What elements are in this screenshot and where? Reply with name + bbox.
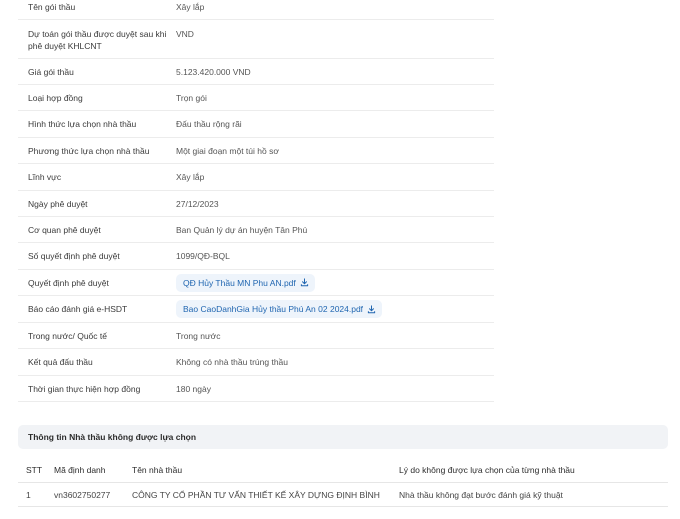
info-value: Bao CaoDanhGia Hủy thầu Phú An 02 2024.p… — [176, 300, 494, 318]
info-label: Cơ quan phê duyệt — [28, 224, 101, 235]
column-header-stt: STT — [26, 465, 43, 475]
column-header-reason: Lý do không được lựa chọn của từng nhà t… — [399, 465, 575, 475]
info-label: Giá gói thầu — [28, 66, 74, 77]
info-row-price: Giá gói thầu 5.123.420.000 VND — [18, 59, 494, 85]
info-value: Trọn gói — [176, 92, 207, 103]
info-value: 27/12/2023 — [176, 198, 219, 209]
info-label: Hình thức lựa chọn nhà thầu — [28, 119, 137, 129]
unselected-contractors-table: STT Mã định danh Tên nhà thầu Lý do khôn… — [18, 458, 668, 507]
info-label: Ngày phê duyệt — [28, 198, 88, 209]
info-row-package-name: Tên gói thầu Xây lắp — [18, 0, 494, 20]
download-icon — [300, 278, 308, 287]
info-row-contract-duration: Thời gian thực hiện hợp đồng 180 ngày — [18, 376, 494, 402]
info-label: Phương thức lựa chọn nhà thầu — [28, 145, 150, 156]
info-label: Loại hợp đồng — [28, 92, 83, 103]
info-row-decision-file: Quyết định phê duyệt QĐ Hủy Thầu MN Phu … — [18, 270, 494, 296]
info-value: Xây lắp — [176, 2, 205, 12]
info-row-estimate: Dự toán gói thầu được duyệt sau khi phê … — [18, 20, 494, 59]
info-value: 1099/QĐ-BQL — [176, 251, 230, 261]
info-label: Lĩnh vực — [28, 172, 62, 182]
info-label: Số quyết định phê duyệt — [28, 251, 120, 261]
info-row-field: Lĩnh vực Xây lắp — [18, 164, 494, 191]
info-value: Ban Quản lý dự án huyện Tân Phú — [176, 224, 308, 235]
decision-file-link[interactable]: QĐ Hủy Thầu MN Phu AN.pdf — [176, 273, 315, 292]
column-header-id: Mã định danh — [54, 465, 106, 475]
info-row-decision-number: Số quyết định phê duyệt 1099/QĐ-BQL — [18, 243, 494, 270]
unselected-contractors-header: Thông tin Nhà thầu không được lựa chọn — [18, 425, 668, 449]
info-value: 180 ngày — [176, 383, 211, 394]
info-row-approval-date: Ngày phê duyệt 27/12/2023 — [18, 191, 494, 217]
info-label: Quyết định phê duyệt — [28, 277, 109, 288]
info-value: 5.123.420.000 VND — [176, 66, 251, 77]
info-value: Đấu thầu rộng rãi — [176, 119, 242, 129]
info-row-selection-method: Phương thức lựa chọn nhà thầu Một giai đ… — [18, 138, 494, 164]
info-value: Xây lắp — [176, 172, 205, 182]
info-row-selection-form: Hình thức lựa chọn nhà thầu Đấu thầu rộn… — [18, 111, 494, 138]
info-label: Trong nước/ Quốc tế — [28, 330, 107, 341]
table-row: 1 vn3602750277 CÔNG TY CỔ PHẦN TƯ VẤN TH… — [18, 483, 668, 507]
info-label: Dự toán gói thầu được duyệt sau khi phê … — [28, 29, 167, 51]
info-value: Trong nước — [176, 330, 221, 341]
info-row-evaluation-report: Báo cáo đánh giá e-HSDT Bao CaoDanhGia H… — [18, 296, 494, 323]
cell-id: vn3602750277 — [54, 489, 111, 500]
info-row-contract-type: Loại hợp đồng Trọn gói — [18, 85, 494, 111]
cell-reason: Nhà thầu không đạt bước đánh giá kỹ thuậ… — [399, 489, 563, 500]
info-value: QĐ Hủy Thầu MN Phu AN.pdf — [176, 273, 494, 292]
file-link-label: Bao CaoDanhGia Hủy thầu Phú An 02 2024.p… — [183, 304, 364, 314]
tender-info-table: Tên gói thầu Xây lắp Dự toán gói thầu đư… — [18, 0, 494, 402]
table-header: STT Mã định danh Tên nhà thầu Lý do khôn… — [18, 458, 668, 483]
info-value: Không có nhà thầu trúng thầu — [176, 357, 289, 367]
info-value: VND — [176, 29, 194, 39]
info-row-bid-result: Kết quả đấu thầu Không có nhà thầu trúng… — [18, 349, 494, 376]
info-row-approval-agency: Cơ quan phê duyệt Ban Quản lý dự án huyệ… — [18, 217, 494, 243]
download-icon — [367, 304, 376, 313]
info-label: Kết quả đấu thầu — [28, 357, 93, 367]
info-value: Một giai đoạn một túi hồ sơ — [176, 145, 279, 156]
info-label: Thời gian thực hiện hợp đồng — [28, 383, 141, 394]
info-label: Tên gói thầu — [28, 2, 76, 12]
cell-stt: 1 — [26, 489, 31, 500]
file-link-label: QĐ Hủy Thầu MN Phu AN.pdf — [183, 277, 296, 288]
column-header-name: Tên nhà thầu — [132, 465, 183, 475]
info-label: Báo cáo đánh giá e-HSDT — [28, 304, 128, 314]
info-row-domestic-international: Trong nước/ Quốc tế Trong nước — [18, 323, 494, 349]
evaluation-report-link[interactable]: Bao CaoDanhGia Hủy thầu Phú An 02 2024.p… — [176, 300, 383, 318]
cell-name: CÔNG TY CỔ PHẦN TƯ VẤN THIẾT KẾ XÂY DỰNG… — [132, 489, 380, 500]
